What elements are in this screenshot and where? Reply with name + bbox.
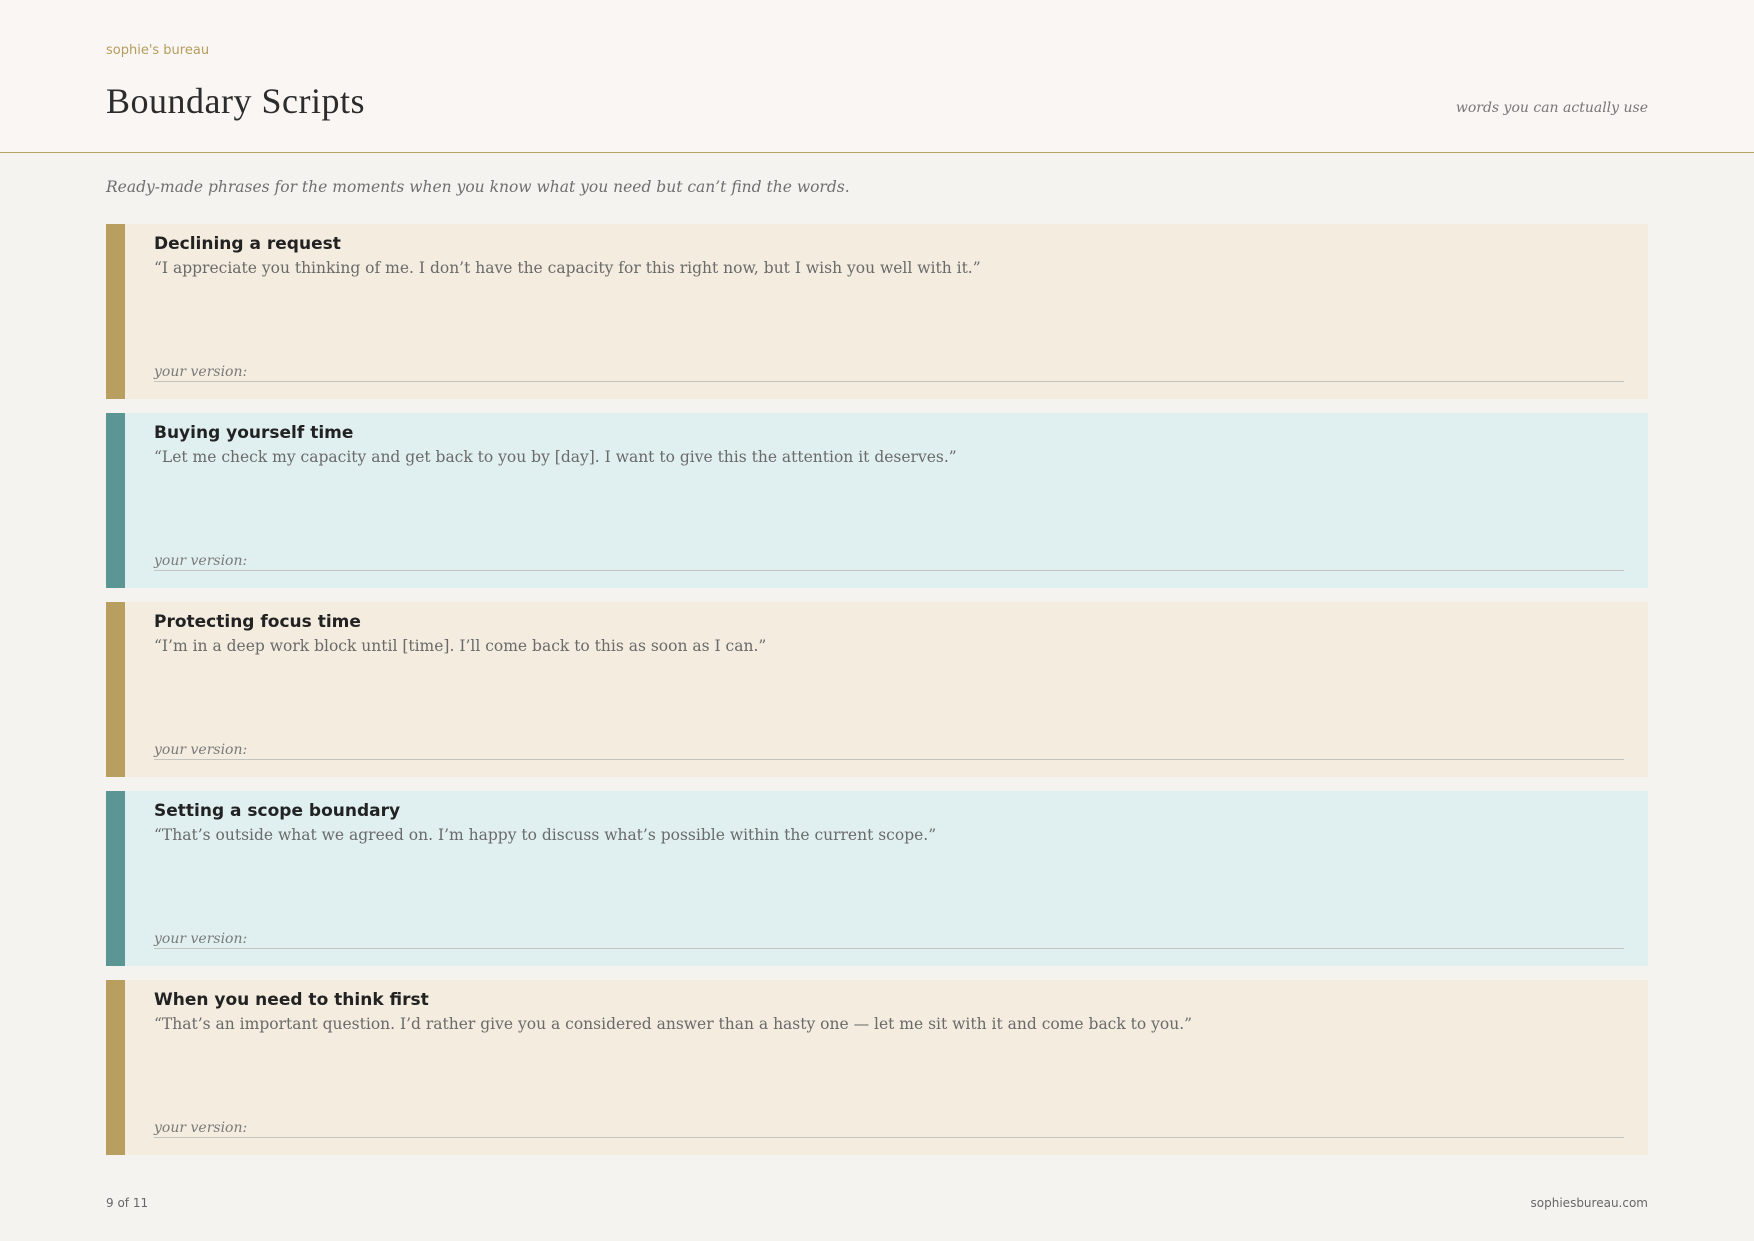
your-version-input[interactable] (248, 928, 1624, 948)
your-version-row: your version: (154, 548, 1624, 571)
script-card: Buying yourself time “Let me check my ca… (106, 413, 1648, 588)
card-accent-bar (106, 602, 125, 777)
your-version-label: your version: (154, 742, 248, 758)
page-header: sophie's bureau Boundary Scripts words y… (0, 0, 1754, 153)
your-version-input[interactable] (248, 739, 1624, 759)
script-card: Protecting focus time “I’m in a deep wor… (106, 602, 1648, 777)
card-accent-bar (106, 224, 125, 399)
card-accent-bar (106, 791, 125, 966)
script-card-quote: “That’s an important question. I’d rathe… (154, 1015, 1193, 1033)
script-card: Declining a request “I appreciate you th… (106, 224, 1648, 399)
script-card-quote: “I appreciate you thinking of me. I don’… (154, 259, 981, 277)
your-version-label: your version: (154, 553, 248, 569)
footer-website: sophiesbureau.com (1530, 1196, 1648, 1210)
your-version-input[interactable] (248, 550, 1624, 570)
your-version-label: your version: (154, 364, 248, 380)
intro-text: Ready-made phrases for the moments when … (106, 178, 850, 196)
script-card-title: Protecting focus time (154, 612, 361, 632)
your-version-input[interactable] (248, 1117, 1624, 1137)
your-version-row: your version: (154, 359, 1624, 382)
script-card-title: When you need to think first (154, 990, 429, 1010)
script-card-title: Setting a scope boundary (154, 801, 401, 821)
your-version-row: your version: (154, 1115, 1624, 1138)
your-version-input[interactable] (248, 361, 1624, 381)
your-version-label: your version: (154, 931, 248, 947)
your-version-label: your version: (154, 1120, 248, 1136)
card-accent-bar (106, 413, 125, 588)
your-version-row: your version: (154, 926, 1624, 949)
page-number: 9 of 11 (106, 1196, 149, 1210)
card-accent-bar (106, 980, 125, 1155)
brand-name: sophie's bureau (106, 43, 210, 58)
script-card: When you need to think first “That’s an … (106, 980, 1648, 1155)
your-version-row: your version: (154, 737, 1624, 760)
page-title: Boundary Scripts (106, 81, 365, 121)
script-card-title: Declining a request (154, 234, 341, 254)
script-card-title: Buying yourself time (154, 423, 354, 443)
page-tagline: words you can actually use (1455, 100, 1648, 116)
script-card-list: Declining a request “I appreciate you th… (106, 224, 1648, 1169)
script-card-quote: “I’m in a deep work block until [time]. … (154, 637, 767, 655)
script-card-quote: “That’s outside what we agreed on. I’m h… (154, 826, 937, 844)
script-card: Setting a scope boundary “That’s outside… (106, 791, 1648, 966)
script-card-quote: “Let me check my capacity and get back t… (154, 448, 957, 466)
